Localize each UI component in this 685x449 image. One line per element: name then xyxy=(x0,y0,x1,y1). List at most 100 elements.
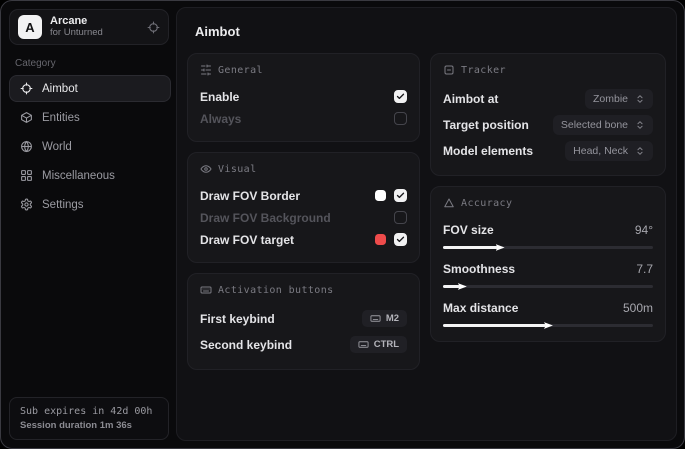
sidebar-item-label: World xyxy=(42,141,72,153)
fov-size-value: 94° xyxy=(635,223,653,237)
fov-size-slider[interactable] xyxy=(443,246,653,249)
sidebar-item-entities[interactable]: Entities xyxy=(9,104,171,131)
row-label: Draw FOV Background xyxy=(200,211,331,225)
accuracy-card: Accuracy FOV size 94° xyxy=(430,186,666,342)
row-label: Always xyxy=(200,112,241,126)
color-swatch[interactable] xyxy=(375,234,386,245)
row-label: Draw FOV Border xyxy=(200,189,300,203)
slider-thumb[interactable] xyxy=(458,282,467,291)
sidebar-item-world[interactable]: World xyxy=(9,133,171,160)
session-duration-text: Session duration 1m 36s xyxy=(20,420,158,431)
globe-icon xyxy=(20,140,33,153)
smoothness-group: Smoothness 7.7 xyxy=(443,258,653,288)
always-checkbox[interactable] xyxy=(394,112,407,125)
section-title: Visual xyxy=(218,164,257,175)
setting-row-fov-target[interactable]: Draw FOV target xyxy=(200,229,407,250)
aimbot-at-dropdown[interactable]: Zombie xyxy=(585,89,653,109)
setting-row-fov-background[interactable]: Draw FOV Background xyxy=(200,207,407,228)
check-icon xyxy=(396,92,405,101)
row-label: Enable xyxy=(200,90,239,104)
dropdown-value: Zombie xyxy=(593,93,628,105)
slider-thumb[interactable] xyxy=(496,243,505,252)
model-elements-dropdown[interactable]: Head, Neck xyxy=(565,141,653,161)
section-title: Tracker xyxy=(461,65,506,76)
sidebar-item-settings[interactable]: Settings xyxy=(9,191,171,218)
slider-fill xyxy=(443,285,460,288)
setting-row-target-position: Target position Selected bone xyxy=(443,112,653,137)
keybind-value: CTRL xyxy=(374,339,399,350)
keyboard-icon xyxy=(358,339,369,350)
color-swatch[interactable] xyxy=(375,190,386,201)
setting-row-first-keybind: First keybind M2 xyxy=(200,306,407,331)
second-keybind-button[interactable]: CTRL xyxy=(350,336,407,353)
check-icon xyxy=(396,235,405,244)
row-label: Draw FOV target xyxy=(200,233,294,247)
dropdown-value: Head, Neck xyxy=(573,145,628,157)
fov-border-checkbox[interactable] xyxy=(394,189,407,202)
brand-text: Arcane for Unturned xyxy=(50,15,103,39)
brand-card: A Arcane for Unturned xyxy=(9,9,169,45)
accuracy-header: Accuracy xyxy=(443,197,653,209)
subscription-status-box: Sub expires in 42d 00h Session duration … xyxy=(9,397,169,440)
chevrons-up-down-icon xyxy=(635,146,645,156)
setting-row-second-keybind: Second keybind CTRL xyxy=(200,332,407,357)
setting-row-fov-border[interactable]: Draw FOV Border xyxy=(200,185,407,206)
brand-name: Arcane xyxy=(50,15,103,28)
slider-fill xyxy=(443,324,546,327)
slider-label-row: FOV size 94° xyxy=(443,219,653,240)
setting-row-aimbot-at: Aimbot at Zombie xyxy=(443,86,653,111)
cube-icon xyxy=(20,111,33,124)
chevrons-up-down-icon xyxy=(635,120,645,130)
grid-icon xyxy=(20,169,33,182)
slider-label-row: Max distance 500m xyxy=(443,297,653,318)
max-distance-group: Max distance 500m xyxy=(443,297,653,327)
general-header: General xyxy=(200,64,407,76)
activation-header: Activation buttons xyxy=(200,284,407,296)
triangle-icon xyxy=(443,197,455,209)
enable-checkbox[interactable] xyxy=(394,90,407,103)
visual-card: Visual Draw FOV Border Draw FOV Backgrou… xyxy=(187,152,420,263)
brand-subtitle: for Unturned xyxy=(50,28,103,39)
setting-row-enable[interactable]: Enable xyxy=(200,86,407,107)
row-label: FOV size xyxy=(443,223,494,237)
check-icon xyxy=(396,191,405,200)
app-window: A Arcane for Unturned Category Aimbot En… xyxy=(0,0,685,449)
dropdown-value: Selected bone xyxy=(561,119,628,131)
tracker-header: Tracker xyxy=(443,64,653,76)
eye-icon xyxy=(200,163,212,175)
fov-background-checkbox[interactable] xyxy=(394,211,407,224)
section-title: Accuracy xyxy=(461,198,512,209)
activation-card: Activation buttons First keybind M2 Seco… xyxy=(187,273,420,370)
row-label: Second keybind xyxy=(200,338,292,352)
general-card: General Enable Always xyxy=(187,53,420,142)
sub-expiry-text: Sub expires in 42d 00h xyxy=(20,406,158,417)
smoothness-value: 7.7 xyxy=(636,262,653,276)
row-label: Max distance xyxy=(443,301,518,315)
slider-thumb[interactable] xyxy=(544,321,553,330)
fov-target-checkbox[interactable] xyxy=(394,233,407,246)
smoothness-slider[interactable] xyxy=(443,285,653,288)
target-icon[interactable] xyxy=(147,21,160,34)
sidebar-item-miscellaneous[interactable]: Miscellaneous xyxy=(9,162,171,189)
setting-row-model-elements: Model elements Head, Neck xyxy=(443,138,653,163)
sidebar-item-label: Settings xyxy=(42,199,84,211)
first-keybind-button[interactable]: M2 xyxy=(362,310,407,327)
slider-fill xyxy=(443,246,498,249)
keyboard-icon xyxy=(370,313,381,324)
tracker-card: Tracker Aimbot at Zombie Target position xyxy=(430,53,666,176)
chevrons-up-down-icon xyxy=(635,94,645,104)
sidebar-item-label: Miscellaneous xyxy=(42,170,115,182)
max-distance-value: 500m xyxy=(623,301,653,315)
right-column: Tracker Aimbot at Zombie Target position xyxy=(430,53,666,342)
max-distance-slider[interactable] xyxy=(443,324,653,327)
page-title: Aimbot xyxy=(195,24,666,39)
target-position-dropdown[interactable]: Selected bone xyxy=(553,115,653,135)
section-title: General xyxy=(218,65,263,76)
sidebar: A Arcane for Unturned Category Aimbot En… xyxy=(1,1,176,448)
content-columns: General Enable Always xyxy=(187,53,666,370)
minus-square-icon xyxy=(443,64,455,76)
crosshair-icon xyxy=(20,82,33,95)
section-title: Activation buttons xyxy=(218,285,334,296)
setting-row-always[interactable]: Always xyxy=(200,108,407,129)
sidebar-item-aimbot[interactable]: Aimbot xyxy=(9,75,171,102)
